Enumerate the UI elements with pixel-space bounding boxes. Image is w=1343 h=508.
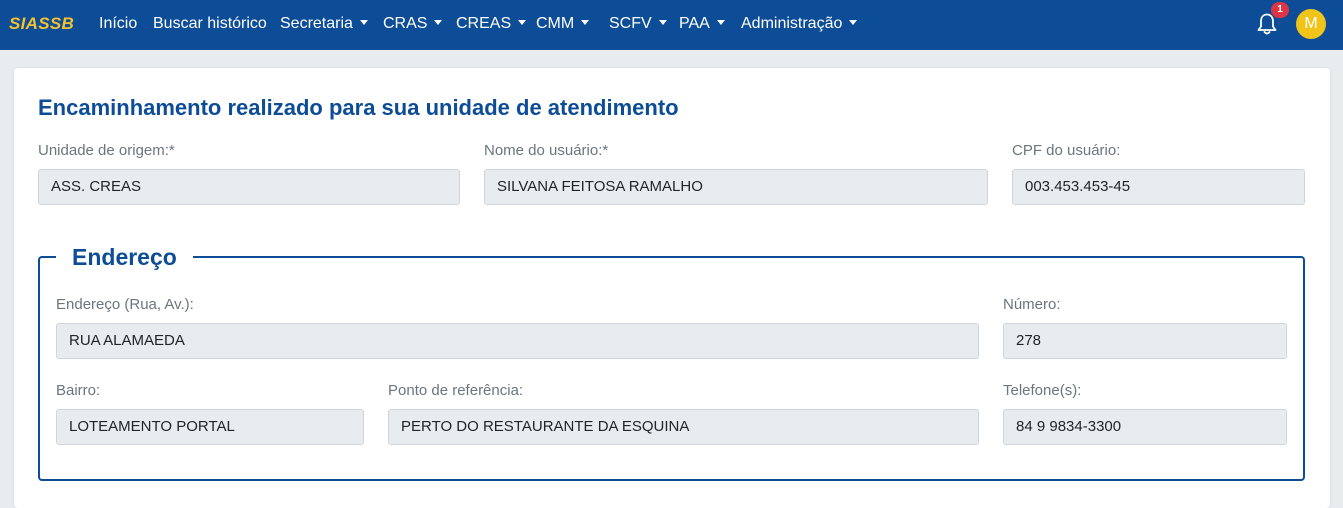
nav-secretaria-label: Secretaria bbox=[280, 15, 353, 32]
unidade-origem-label: Unidade de origem:* bbox=[38, 142, 175, 159]
nav-scfv-label: SCFV bbox=[609, 15, 652, 32]
top-navbar: SIASSB Início Buscar histórico Secretari… bbox=[0, 0, 1343, 50]
nav-inicio[interactable]: Início bbox=[99, 15, 137, 33]
caret-down-icon bbox=[716, 20, 725, 25]
nav-cmm-label: CMM bbox=[536, 15, 575, 32]
endereco-label: Endereço (Rua, Av.): bbox=[56, 296, 194, 313]
nav-buscar-historico[interactable]: Buscar histórico bbox=[153, 15, 267, 33]
cpf-usuario-field[interactable]: 003.453.453-45 bbox=[1012, 169, 1305, 205]
nome-usuario-field[interactable]: SILVANA FEITOSA RAMALHO bbox=[484, 169, 988, 205]
caret-down-icon bbox=[434, 20, 443, 25]
caret-down-icon bbox=[581, 20, 590, 25]
brand-logo[interactable]: SIASSB bbox=[9, 14, 74, 34]
nav-cras[interactable]: CRAS bbox=[383, 15, 443, 33]
numero-label: Número: bbox=[1003, 296, 1061, 313]
nav-paa-label: PAA bbox=[679, 15, 710, 32]
nav-creas-label: CREAS bbox=[456, 15, 512, 32]
nav-inicio-label: Início bbox=[99, 15, 138, 32]
telefones-label: Telefone(s): bbox=[1003, 382, 1082, 399]
notification-badge: 1 bbox=[1271, 2, 1289, 18]
nav-scfv[interactable]: SCFV bbox=[609, 15, 667, 33]
unidade-origem-field[interactable]: ASS. CREAS bbox=[38, 169, 460, 205]
endereco-fieldset bbox=[38, 256, 1305, 481]
nome-usuario-label: Nome do usuário:* bbox=[484, 142, 609, 159]
caret-down-icon bbox=[658, 20, 667, 25]
ponto-referencia-label: Ponto de referência: bbox=[388, 382, 524, 399]
nav-secretaria[interactable]: Secretaria bbox=[280, 15, 368, 33]
endereco-field[interactable]: RUA ALAMAEDA bbox=[56, 323, 979, 359]
bairro-field[interactable]: LOTEAMENTO PORTAL bbox=[56, 409, 364, 445]
cpf-usuario-label: CPF do usuário: bbox=[1012, 142, 1121, 159]
numero-field[interactable]: 278 bbox=[1003, 323, 1287, 359]
endereco-legend: Endereço bbox=[56, 244, 193, 271]
nav-cras-label: CRAS bbox=[383, 15, 428, 32]
caret-down-icon bbox=[359, 20, 368, 25]
caret-down-icon bbox=[518, 20, 527, 25]
nav-creas[interactable]: CREAS bbox=[456, 15, 527, 33]
caret-down-icon bbox=[849, 20, 858, 25]
ponto-referencia-field[interactable]: PERTO DO RESTAURANTE DA ESQUINA bbox=[388, 409, 979, 445]
nav-cmm[interactable]: CMM bbox=[536, 15, 590, 33]
page-title: Encaminhamento realizado para sua unidad… bbox=[38, 95, 679, 120]
bairro-label: Bairro: bbox=[56, 382, 101, 399]
nav-buscar-historico-label: Buscar histórico bbox=[153, 15, 267, 32]
user-avatar[interactable]: M bbox=[1296, 9, 1326, 39]
nav-administracao[interactable]: Administração bbox=[741, 15, 858, 33]
nav-paa[interactable]: PAA bbox=[679, 15, 725, 33]
telefones-field[interactable]: 84 9 9834-3300 bbox=[1003, 409, 1287, 445]
nav-administracao-label: Administração bbox=[741, 15, 843, 32]
